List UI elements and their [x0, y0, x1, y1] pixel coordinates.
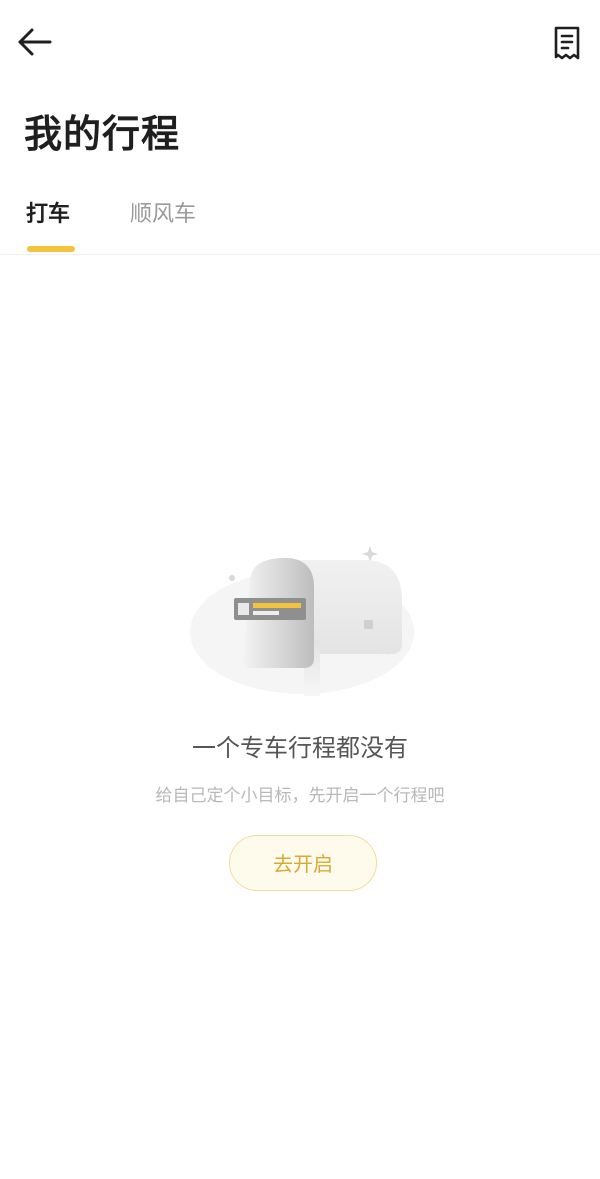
tab-bar: 打车 顺风车: [0, 190, 600, 255]
tab-hitch-ride[interactable]: 顺风车: [130, 198, 196, 232]
page-title: 我的行程: [24, 112, 181, 156]
start-trip-button[interactable]: 去开启: [229, 835, 377, 891]
receipt-button[interactable]: [546, 22, 590, 66]
tab-taxi[interactable]: 打车: [26, 198, 70, 232]
trips-page: 我的行程 打车 顺风车 一个专车行程都没有 给自己定个小目标，先开启一个行程吧 …: [0, 0, 600, 1179]
receipt-icon: [554, 26, 580, 60]
active-tab-indicator: [27, 246, 75, 252]
back-button[interactable]: [14, 22, 58, 62]
empty-state-subtitle: 给自己定个小目标，先开启一个行程吧: [155, 786, 445, 806]
empty-state-illustration: [188, 540, 420, 700]
arrow-left-icon: [18, 28, 52, 56]
mailbox-icon: [190, 546, 414, 696]
empty-state-title: 一个专车行程都没有: [192, 734, 408, 762]
nav-bar: [0, 0, 600, 90]
